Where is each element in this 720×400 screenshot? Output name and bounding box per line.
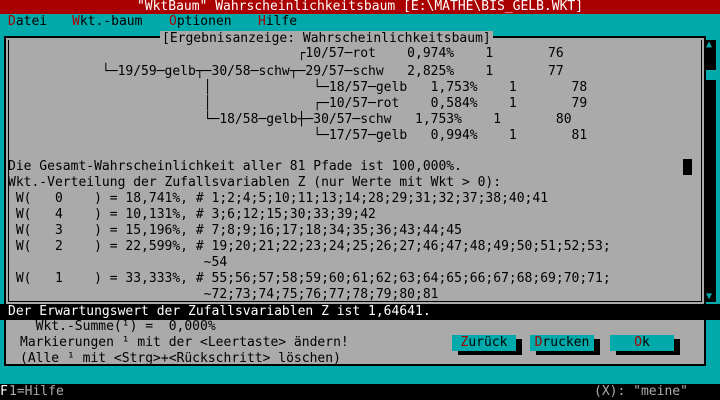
distribution-row-0: W( 0 ) = 18,741%, # 1;2;4;5;10;11;13;14;… (8, 191, 549, 206)
menu-wkt-baum-hotkey: W (72, 14, 80, 29)
menu-datei-hotkey: D (8, 14, 16, 29)
hint-line-2: (Alle ¹ mit <Strg>+<Rückschritt> löschen… (20, 351, 341, 366)
distribution-row-2-continued: ~54 (8, 255, 228, 270)
print-button[interactable]: Drucken (530, 335, 594, 351)
distribution-row-1: W( 1 ) = 33,333%, # 55;56;57;58;59;60;61… (8, 271, 611, 286)
back-button-label: urück (468, 335, 508, 350)
block-cursor-icon (683, 159, 692, 175)
expectation-bar: Der Erwartungswert der Zufallsvariablen … (0, 304, 720, 320)
vertical-scrollbar[interactable]: ▲ ▼ (706, 40, 716, 302)
menu-hilfe-hotkey: H (258, 14, 266, 29)
distribution-row-3: W( 3 ) = 15,196%, # 7;8;9;16;17;18;34;35… (8, 223, 462, 238)
print-button-label: rucken (542, 335, 590, 350)
triangle-down-icon[interactable]: ▼ (706, 292, 716, 302)
menu-hilfe[interactable]: Hilfe (258, 14, 297, 30)
tree-line-4: │ ┌─10/57─rot 0,584% 1 79 (8, 96, 588, 111)
menu-optionen[interactable]: Optionen (169, 14, 232, 30)
tree-line-5: └─18/58─gelb┼─30/57─schw 1,753% 1 80 (8, 112, 572, 127)
tree-line-1: ┌10/57─rot 0,974% 1 76 (8, 46, 564, 61)
menu-wkt-baum[interactable]: Wkt.-baum (72, 14, 142, 30)
distribution-header: Wkt.-Verteilung der Zufallsvariablen Z (… (8, 175, 502, 190)
menu-hilfe-label: ilfe (265, 14, 298, 29)
menu-datei[interactable]: Datei (8, 14, 47, 30)
menu-optionen-hotkey: O (169, 14, 177, 29)
tree-line-2: └─19/59─gelb┬─30/58─schw┬─29/57─schw 2,8… (8, 64, 564, 79)
status-help-key[interactable]: F (0, 384, 8, 400)
distribution-row-4: W( 4 ) = 10,131%, # 3;6;12;15;30;33;39;4… (8, 207, 376, 222)
hint-line-1: Markierungen ¹ mit der <Leertaste> änder… (20, 335, 349, 350)
sum-line: Wkt.-Summe(¹) = 0,000% (20, 319, 216, 334)
window-title: [Ergebnisanzeige: Wahrscheinlichkeitsbau… (160, 31, 493, 47)
total-probability-line: Die Gesamt-Wahrscheinlichkeit aller 81 P… (8, 159, 462, 174)
menu-optionen-label: ptionen (176, 14, 232, 29)
distribution-row-1-continued: ~72;73;74;75;76;77;78;79;80;81 (8, 287, 439, 302)
triangle-up-icon[interactable]: ▲ (706, 40, 716, 50)
menu-wkt-baum-label: kt.-baum (79, 14, 143, 29)
ok-button[interactable]: Ok (610, 335, 674, 351)
scroll-thumb[interactable] (706, 70, 716, 80)
ok-button-label: k (642, 335, 650, 350)
back-button[interactable]: Zurück (452, 335, 516, 351)
title-text: "WktBaum" Wahrscheinlichkeitsbaum [E:\MA… (136, 0, 584, 14)
status-right-text: (X): "meine" (594, 384, 688, 399)
expectation-text: Der Erwartungswert der Zufallsvariablen … (8, 304, 431, 319)
menu-datei-label: atei (15, 14, 48, 29)
tree-line-3: │ └─18/57─gelb 1,753% 1 78 (8, 80, 588, 95)
menu-bar: Datei Wkt.-baum Optionen Hilfe (0, 14, 720, 30)
status-bar: F 1=Hilfe (X): "meine" (0, 384, 720, 400)
tree-line-6: └─17/57─gelb 0,994% 1 81 (8, 128, 588, 143)
status-help-label: 1=Hilfe (9, 384, 64, 399)
ok-button-hotkey: O (634, 335, 642, 350)
distribution-row-2: W( 2 ) = 22,599%, # 19;20;21;22;23;24;25… (8, 239, 611, 254)
title-bar: "WktBaum" Wahrscheinlichkeitsbaum [E:\MA… (0, 0, 720, 14)
